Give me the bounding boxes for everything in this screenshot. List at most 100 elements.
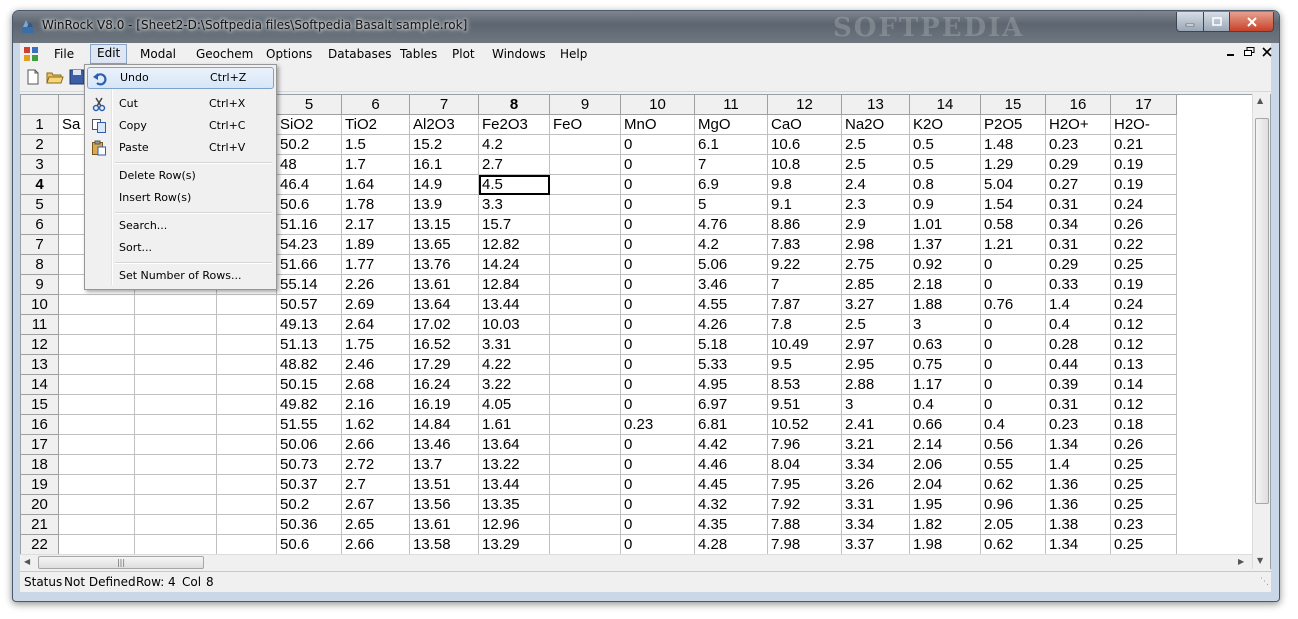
grid-cell[interactable]: 46.4 [277, 175, 342, 195]
row-header[interactable]: 9 [21, 275, 59, 295]
grid-cell[interactable]: 13.29 [479, 535, 550, 555]
grid-cell[interactable]: 13.58 [410, 535, 479, 555]
grid-cell[interactable]: 3.46 [695, 275, 768, 295]
column-header[interactable] [21, 95, 59, 115]
close-button[interactable] [1229, 12, 1274, 32]
grid-cell[interactable]: 2.9 [842, 215, 910, 235]
column-header[interactable]: 13 [842, 95, 910, 115]
grid-cell[interactable]: 3 [910, 315, 981, 335]
grid-cell[interactable]: 0.34 [1046, 215, 1111, 235]
horizontal-scroll-thumb[interactable]: ||| [38, 556, 204, 569]
column-header[interactable]: 17 [1111, 95, 1177, 115]
grid-cell[interactable]: 1.4 [1046, 295, 1111, 315]
grid-cell[interactable]: 0.24 [1111, 195, 1177, 215]
grid-cell[interactable]: 0.31 [1046, 395, 1111, 415]
grid-cell[interactable]: 0.13 [1111, 355, 1177, 375]
mdi-close-button[interactable] [1262, 46, 1272, 60]
grid-cell[interactable]: 0 [621, 475, 695, 495]
grid-cell[interactable] [550, 355, 621, 375]
grid-cell[interactable] [135, 435, 217, 455]
grid-cell[interactable]: Al2O3 [410, 115, 479, 135]
grid-cell[interactable]: 1.62 [342, 415, 410, 435]
grid-cell[interactable]: 0.12 [1111, 335, 1177, 355]
grid-cell[interactable] [550, 475, 621, 495]
grid-cell[interactable]: 0.24 [1111, 295, 1177, 315]
grid-cell[interactable]: 13.35 [479, 495, 550, 515]
grid-cell[interactable]: 50.2 [277, 135, 342, 155]
maximize-button[interactable] [1203, 12, 1230, 32]
column-header[interactable]: 15 [981, 95, 1046, 115]
grid-cell[interactable]: 0.55 [981, 455, 1046, 475]
grid-cell[interactable]: 0.19 [1111, 175, 1177, 195]
grid-cell[interactable]: 4.2 [479, 135, 550, 155]
grid-cell[interactable]: 3 [842, 395, 910, 415]
grid-cell[interactable]: 0 [981, 315, 1046, 335]
grid-cell[interactable]: 0 [981, 255, 1046, 275]
grid-cell[interactable]: 15.7 [479, 215, 550, 235]
grid-cell[interactable] [217, 415, 277, 435]
grid-cell[interactable]: 0.9 [910, 195, 981, 215]
column-header[interactable]: 10 [621, 95, 695, 115]
grid-cell[interactable]: 0.56 [981, 435, 1046, 455]
grid-cell[interactable]: 0.66 [910, 415, 981, 435]
sheet-icon[interactable] [23, 46, 39, 62]
grid-cell[interactable]: 1.38 [1046, 515, 1111, 535]
grid-cell[interactable]: 2.26 [342, 275, 410, 295]
grid-cell[interactable]: 0.22 [1111, 235, 1177, 255]
grid-cell[interactable]: 3.37 [842, 535, 910, 555]
grid-cell[interactable]: 4.28 [695, 535, 768, 555]
row-header[interactable]: 21 [21, 515, 59, 535]
grid-cell[interactable]: 0 [621, 455, 695, 475]
grid-cell[interactable]: 51.13 [277, 335, 342, 355]
grid-cell[interactable]: 0 [621, 135, 695, 155]
grid-cell[interactable]: 1.82 [910, 515, 981, 535]
grid-cell[interactable]: 13.44 [479, 475, 550, 495]
grid-cell[interactable]: 2.14 [910, 435, 981, 455]
grid-cell[interactable]: 4.05 [479, 395, 550, 415]
menu-options[interactable]: Options [260, 45, 318, 63]
grid-cell[interactable]: 0 [621, 355, 695, 375]
grid-cell[interactable]: 5.04 [981, 175, 1046, 195]
mdi-restore-button[interactable] [1244, 46, 1255, 60]
grid-cell[interactable]: 13.64 [410, 295, 479, 315]
grid-cell[interactable]: 0.23 [1046, 135, 1111, 155]
grid-cell[interactable]: 0.63 [910, 335, 981, 355]
row-header[interactable]: 20 [21, 495, 59, 515]
menu-item-delete-rows[interactable]: Delete Row(s) [87, 165, 274, 187]
open-folder-icon[interactable] [46, 68, 64, 86]
grid-cell[interactable]: 2.67 [342, 495, 410, 515]
grid-cell[interactable]: 1.48 [981, 135, 1046, 155]
grid-cell[interactable]: 48 [277, 155, 342, 175]
grid-cell[interactable]: 0.25 [1111, 475, 1177, 495]
grid-cell[interactable]: 51.66 [277, 255, 342, 275]
grid-cell[interactable] [217, 475, 277, 495]
grid-cell[interactable]: 50.6 [277, 195, 342, 215]
grid-cell[interactable]: 0.4 [981, 415, 1046, 435]
grid-cell[interactable] [550, 195, 621, 215]
grid-cell[interactable]: 3.31 [479, 335, 550, 355]
grid-cell[interactable]: 13.46 [410, 435, 479, 455]
grid-cell[interactable]: 6.97 [695, 395, 768, 415]
grid-cell[interactable]: 17.02 [410, 315, 479, 335]
row-header[interactable]: 15 [21, 395, 59, 415]
grid-cell[interactable]: 0 [621, 435, 695, 455]
grid-cell[interactable]: 2.88 [842, 375, 910, 395]
grid-cell[interactable]: 13.7 [410, 455, 479, 475]
grid-cell[interactable]: 2.98 [842, 235, 910, 255]
grid-cell[interactable]: 0.29 [1046, 255, 1111, 275]
menu-item-cut[interactable]: Cut Ctrl+X [87, 93, 274, 115]
grid-cell[interactable] [59, 375, 135, 395]
grid-cell[interactable] [217, 535, 277, 555]
grid-cell[interactable]: 5.18 [695, 335, 768, 355]
scroll-up-icon[interactable]: ▲ [1257, 96, 1263, 105]
grid-cell[interactable]: 7.98 [768, 535, 842, 555]
menu-plot[interactable]: Plot [446, 45, 481, 63]
grid-cell[interactable] [217, 295, 277, 315]
grid-cell[interactable] [135, 375, 217, 395]
grid-cell[interactable]: 3.27 [842, 295, 910, 315]
grid-cell[interactable]: 0.12 [1111, 315, 1177, 335]
grid-cell[interactable]: 0 [621, 175, 695, 195]
grid-cell[interactable]: 0.18 [1111, 415, 1177, 435]
grid-cell[interactable] [217, 395, 277, 415]
grid-cell[interactable]: 4.22 [479, 355, 550, 375]
